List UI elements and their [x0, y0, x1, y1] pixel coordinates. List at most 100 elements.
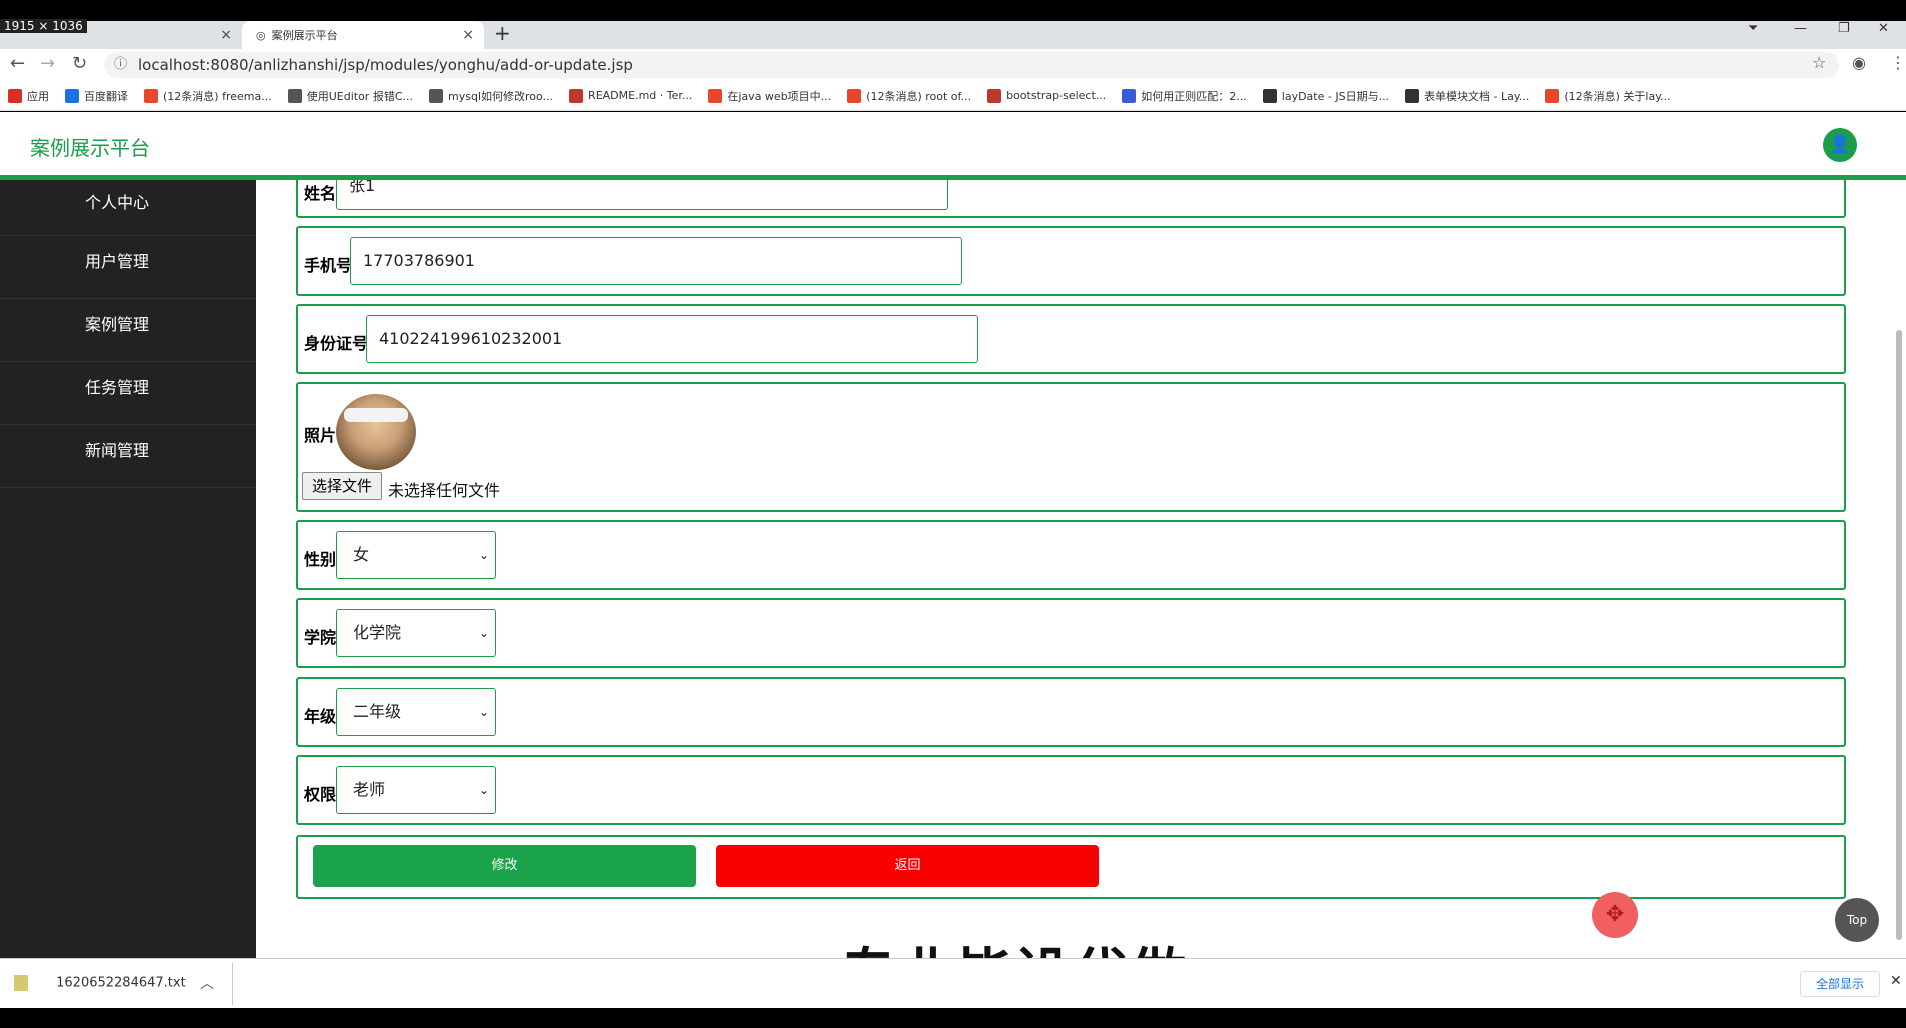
tab-label: 案例展示平台: [271, 29, 338, 42]
chevron-up-icon[interactable]: ︿: [200, 973, 214, 993]
text-file-icon: [14, 975, 28, 991]
info-icon[interactable]: ⓘ: [114, 52, 127, 78]
new-tab-button[interactable]: +: [494, 21, 511, 45]
bookmark-label: (12条消息) freema...: [163, 89, 272, 103]
chevron-down-icon: ⌄: [478, 783, 489, 797]
phone-input[interactable]: 17703786901: [350, 237, 962, 285]
favicon-icon: [847, 88, 862, 103]
bookmark-item[interactable]: (12条消息) 关于lay...: [1545, 88, 1671, 104]
sidebar-item-personal-center[interactable]: 个人中心: [0, 180, 256, 236]
favicon-icon: [1262, 88, 1277, 103]
name-input[interactable]: 张1: [336, 180, 948, 210]
page-scrollbar[interactable]: [1896, 330, 1902, 940]
account-icon[interactable]: ◉: [1852, 53, 1866, 72]
form-row-grade: 年级 二年级 ⌄: [296, 677, 1846, 747]
college-select[interactable]: 化学院 ⌄: [336, 609, 496, 657]
bookmark-item[interactable]: layDate - JS日期与...: [1262, 88, 1389, 104]
form-row-role: 权限 老师 ⌄: [296, 755, 1846, 825]
forward-arrow-icon[interactable]: →: [40, 53, 55, 74]
file-status-text: 未选择任何文件: [388, 481, 501, 500]
form-row-photo: 照片 选择文件 未选择任何文件: [296, 382, 1846, 512]
sidebar-item-task-management[interactable]: 任务管理: [0, 362, 256, 425]
browser-tab-active[interactable]: ◎ 案例展示平台 ×: [242, 21, 484, 49]
minimize-icon[interactable]: —: [1794, 21, 1807, 36]
favicon-icon: [287, 88, 302, 103]
divider: [232, 963, 233, 1005]
address-bar[interactable]: ⓘ localhost:8080/anlizhanshi/jsp/modules…: [104, 52, 1839, 78]
favicon-icon: [1122, 88, 1137, 103]
brand-title: 案例展示平台: [30, 136, 150, 160]
sidebar-item-news-management[interactable]: 新闻管理: [0, 425, 256, 488]
profile-dropdown-icon[interactable]: ⏷: [1748, 21, 1758, 36]
screen-size-badge: 1915 × 1036: [0, 19, 87, 33]
phone-label: 手机号: [304, 256, 353, 275]
download-bar: 1620652284647.txt ︿ 全部显示 ✕: [0, 958, 1906, 1008]
bookmark-item[interactable]: (12条消息) root of...: [847, 88, 971, 104]
college-label: 学院: [304, 628, 337, 647]
favicon-icon: [708, 88, 723, 103]
bookmark-item[interactable]: bootstrap-select...: [987, 88, 1107, 103]
chevron-down-icon: ⌄: [478, 705, 489, 719]
bookmark-item[interactable]: 百度翻译: [65, 88, 128, 104]
gender-select[interactable]: 女 ⌄: [336, 531, 496, 579]
bookmark-item[interactable]: 应用: [8, 88, 49, 104]
bookmark-label: (12条消息) root of...: [866, 89, 972, 103]
url-text: localhost:8080/anlizhanshi/jsp/modules/y…: [138, 56, 633, 74]
choose-file-button[interactable]: 选择文件: [302, 472, 382, 500]
gender-value: 女: [353, 545, 370, 564]
id-number-input[interactable]: 410224199610232001: [366, 315, 978, 363]
scroll-top-button[interactable]: Top: [1835, 898, 1879, 942]
grade-select[interactable]: 二年级 ⌄: [336, 688, 496, 736]
role-label: 权限: [304, 785, 337, 804]
show-all-button[interactable]: 全部显示: [1800, 971, 1880, 997]
menu-kebab-icon[interactable]: ⋮: [1890, 53, 1906, 72]
bookmark-item[interactable]: 表单模块文档 - Lay...: [1405, 88, 1529, 104]
role-select[interactable]: 老师 ⌄: [336, 766, 496, 814]
favicon-icon: [1405, 88, 1420, 103]
favicon-icon: [1545, 88, 1560, 103]
profile-photo: [336, 394, 416, 470]
role-value: 老师: [353, 780, 386, 799]
form-row-phone: 手机号 17703786901: [296, 226, 1846, 296]
back-button[interactable]: 返回: [716, 845, 1099, 887]
browser-tab-strip: × ◎ 案例展示平台 ×: [0, 21, 1906, 49]
gender-label: 性别: [304, 550, 337, 569]
user-avatar-icon[interactable]: 👤: [1823, 128, 1857, 162]
close-window-icon[interactable]: ✕: [1878, 21, 1889, 36]
bookmark-label: 表单模块文档 - Lay...: [1424, 89, 1530, 103]
bookmark-item[interactable]: 使用UEditor 报错C...: [287, 88, 413, 104]
back-arrow-icon[interactable]: ←: [10, 53, 25, 74]
sidebar: 个人中心 用户管理 案例管理 任务管理 新闻管理: [0, 180, 256, 958]
form-row-college: 学院 化学院 ⌄: [296, 598, 1846, 668]
id-number-label: 身份证号: [304, 334, 369, 353]
main-content: 姓名 张1 手机号 17703786901 身份证号 4102241996102…: [256, 180, 1906, 958]
submit-button[interactable]: 修改: [313, 845, 696, 887]
sidebar-item-case-management[interactable]: 案例管理: [0, 299, 256, 362]
close-tab-icon[interactable]: ×: [462, 27, 474, 43]
bookmark-item[interactable]: (12条消息) freema...: [144, 88, 272, 104]
chevron-down-icon: ⌄: [478, 548, 489, 562]
bookmark-label: bootstrap-select...: [1006, 89, 1107, 102]
browser-toolbar: ← → ↻ ⓘ localhost:8080/anlizhanshi/jsp/m…: [0, 49, 1906, 81]
bookmark-item[interactable]: 在java web项目中...: [708, 88, 831, 104]
form-row-actions: 修改 返回: [296, 835, 1846, 899]
bookmark-label: 在java web项目中...: [727, 89, 832, 103]
bookmark-star-icon[interactable]: ☆: [1812, 53, 1826, 72]
bookmark-item[interactable]: mysql如何修改roo...: [429, 88, 553, 104]
close-icon[interactable]: ✕: [1890, 973, 1902, 989]
bookmark-item[interactable]: 如何用正则匹配：2...: [1122, 88, 1247, 104]
chevron-down-icon: ⌄: [478, 626, 489, 640]
bookmark-label: README.md · Ter...: [588, 89, 693, 102]
grade-label: 年级: [304, 707, 337, 726]
sidebar-item-user-management[interactable]: 用户管理: [0, 236, 256, 299]
floating-widget-icon[interactable]: ✥: [1592, 892, 1638, 938]
restore-icon[interactable]: ❐: [1838, 21, 1850, 36]
form-row-gender: 性别 女 ⌄: [296, 520, 1846, 590]
bookmark-label: (12条消息) 关于lay...: [1564, 89, 1671, 103]
close-tab-icon[interactable]: ×: [220, 27, 232, 43]
bookmark-item[interactable]: README.md · Ter...: [569, 88, 693, 103]
bookmark-label: mysql如何修改roo...: [448, 89, 554, 103]
bookmark-label: 使用UEditor 报错C...: [306, 89, 413, 103]
download-item[interactable]: 1620652284647.txt: [14, 975, 186, 991]
reload-icon[interactable]: ↻: [72, 53, 87, 74]
